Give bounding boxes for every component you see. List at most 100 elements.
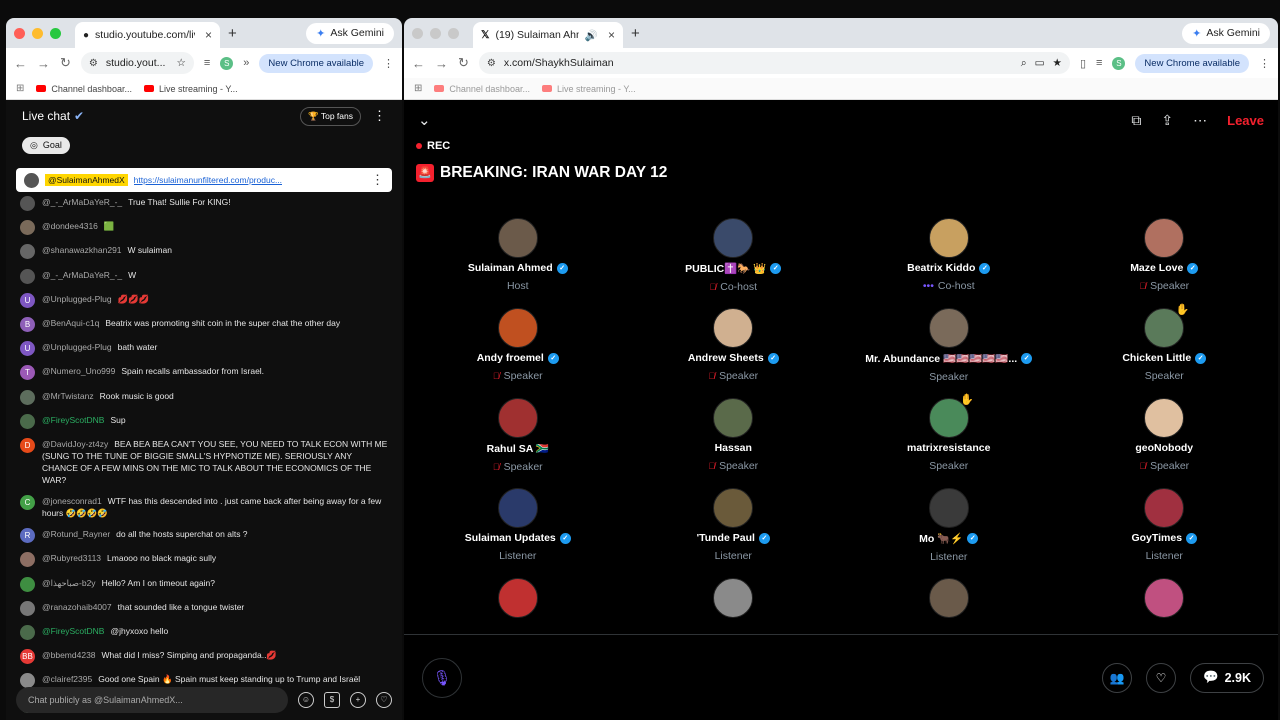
zoom-icon[interactable]: ⌕ <box>1021 57 1027 70</box>
participant[interactable]: Mo 🐂⚡ ✓ Listener <box>841 488 1057 565</box>
chat-message[interactable]: U @Unplugged-Plug 💋💋💋 <box>20 292 388 308</box>
message-author[interactable]: @FireyScotDNB <box>42 415 104 425</box>
avatar[interactable] <box>20 600 35 616</box>
comments-button[interactable]: 💬 2.9K <box>1190 662 1264 693</box>
pinned-options-icon[interactable]: ⋮ <box>371 172 384 188</box>
avatar[interactable]: U <box>20 341 35 357</box>
message-author[interactable]: @shanawazkhan291 <box>42 245 122 255</box>
message-author[interactable]: @صباحهذا-b2y <box>42 578 96 588</box>
avatar[interactable]: T <box>20 365 35 381</box>
back-arrow-icon[interactable]: ← <box>412 56 425 71</box>
avatar[interactable] <box>928 488 969 528</box>
share-icon[interactable]: ⇪ <box>1161 112 1173 129</box>
participant[interactable]: ✋ Chicken Little ✓ Speaker <box>1057 304 1273 385</box>
avatar[interactable]: U <box>20 292 35 308</box>
avatar[interactable] <box>20 268 35 284</box>
site-settings-icon[interactable]: ⚙ <box>487 58 496 69</box>
message-author[interactable]: @_-_ArMaDaYeR_-_ <box>42 270 122 280</box>
super-chat-icon[interactable]: $ <box>324 692 340 708</box>
pinned-message[interactable]: @SulaimanAhmedX https://sulaimanunfilter… <box>16 168 392 192</box>
avatar[interactable] <box>713 488 754 528</box>
message-author[interactable]: @clairef2395 <box>42 674 92 684</box>
new-chrome-button[interactable]: New Chrome available <box>259 53 373 73</box>
avatar[interactable] <box>713 398 754 438</box>
avatar[interactable] <box>20 244 35 260</box>
participant[interactable]: Rahul SA 🇿🇦 🎙̸ Speaker <box>410 398 626 475</box>
chat-message[interactable]: @ranazohaib4007 that sounded like a tongu… <box>20 600 388 616</box>
bookmark-star-icon[interactable]: ☆ <box>176 57 185 69</box>
close-window-button[interactable] <box>412 27 423 39</box>
close-window-button[interactable] <box>14 27 25 39</box>
chat-message[interactable]: @FireyScotDNB Sup <box>20 413 388 429</box>
new-tab-button[interactable]: + <box>228 25 237 42</box>
avatar[interactable] <box>928 308 969 348</box>
chat-message[interactable]: @shanawazkhan291 W sulaiman <box>20 244 388 260</box>
profile-avatar[interactable]: S <box>1112 56 1126 70</box>
avatar[interactable] <box>928 578 969 618</box>
bookmark-live-streaming[interactable]: Live streaming - Y... <box>143 84 238 94</box>
reactions-button[interactable]: ♡ <box>1146 662 1177 693</box>
chat-message[interactable]: BB @bbemd4238 What did I miss? Simping and… <box>20 649 388 665</box>
chat-message[interactable]: B @BenAqui-c1q Beatrix was promoting shit … <box>20 316 388 332</box>
address-bar[interactable]: ⚙ x.com/ShaykhSulaiman ⌕ ▭ ★ <box>478 52 1070 74</box>
participant[interactable]: Sulaiman Ahmed ✓ Host <box>410 218 626 295</box>
avatar[interactable] <box>20 220 35 236</box>
avatar[interactable] <box>713 218 754 258</box>
emoji-icon[interactable]: ☺ <box>298 692 314 708</box>
message-author[interactable]: @FireyScotDNB <box>42 626 104 636</box>
forward-arrow-icon[interactable]: → <box>37 56 50 71</box>
minimize-window-button[interactable] <box>430 27 441 39</box>
menu-kebab-icon[interactable]: ⋮ <box>1259 57 1270 70</box>
tab-live-chat[interactable]: ● studio.youtube.com/live_chat × <box>75 22 220 48</box>
participant[interactable]: Maze Love ✓ 🎙̸ Speaker <box>1057 218 1273 295</box>
ask-gemini-button[interactable]: ✦ Ask Gemini <box>1182 22 1270 44</box>
message-author[interactable]: @Rotund_Rayner <box>42 529 110 539</box>
zoom-window-button[interactable] <box>50 27 61 39</box>
participant[interactable]: ✋ matrixresistance Speaker <box>841 394 1057 475</box>
avatar[interactable] <box>497 488 538 528</box>
reload-icon[interactable]: ↻ <box>458 55 469 71</box>
avatar[interactable]: BB <box>20 649 35 665</box>
avatar[interactable] <box>20 552 35 568</box>
message-author[interactable]: @bbemd4238 <box>42 650 96 660</box>
message-author[interactable]: @MrTwistanz <box>42 391 94 401</box>
chat-message[interactable]: @_-_ArMaDaYeR_-_ W <box>20 268 388 284</box>
avatar[interactable] <box>497 578 538 618</box>
close-tab-icon[interactable]: × <box>205 28 212 42</box>
avatar[interactable] <box>1144 488 1185 528</box>
side-panel-icon[interactable]: ▯ <box>1080 57 1086 70</box>
message-author[interactable]: @jonesconrad1 <box>42 496 102 506</box>
avatar[interactable] <box>1144 218 1185 258</box>
participant[interactable]: PUBLIC✝️🐎 👑 ✓ 🎙̸ Co-host <box>626 218 842 295</box>
cast-icon[interactable]: ▭ <box>1035 57 1045 69</box>
chat-message[interactable]: @صباحهذا-b2y Hello? Am I on timeout again… <box>20 576 388 592</box>
tab-x-profile[interactable]: 𝕏 (19) Sulaiman Ahmed (@S 🔊 × <box>473 22 623 48</box>
new-chrome-button[interactable]: New Chrome available <box>1135 53 1249 73</box>
avatar[interactable]: D <box>20 437 35 453</box>
message-author[interactable]: @ranazohaib4007 <box>42 602 112 612</box>
bookmark-channel-dashboard[interactable]: Channel dashboar... <box>36 84 132 94</box>
mic-button[interactable]: 🎙 <box>422 657 462 698</box>
participant[interactable]: Andrew Sheets ✓ 🎙̸ Speaker <box>626 308 842 385</box>
chat-message[interactable]: @MrTwistanz Rook music is good <box>20 389 388 405</box>
apps-grid-icon[interactable]: ⊞ <box>414 83 422 94</box>
message-author[interactable]: @_-_ArMaDaYeR_-_ <box>42 197 122 207</box>
profile-avatar[interactable]: S <box>220 56 234 70</box>
chat-message[interactable]: @_-_ArMaDaYeR_-_ True That! Sullie For KI… <box>20 196 388 211</box>
avatar[interactable] <box>20 196 35 211</box>
reading-list-icon[interactable]: ≡ <box>204 57 210 69</box>
avatar[interactable] <box>20 413 35 429</box>
avatar[interactable] <box>497 308 538 348</box>
new-tab-button[interactable]: + <box>631 25 640 42</box>
avatar[interactable] <box>713 578 754 618</box>
menu-kebab-icon[interactable]: ⋮ <box>383 57 394 70</box>
top-fans-button[interactable]: 🏆 Top fans <box>300 106 361 126</box>
participant[interactable]: Andy froemel ✓ 🎙̸ Speaker <box>410 308 626 385</box>
avatar[interactable] <box>1144 578 1185 618</box>
avatar[interactable] <box>1144 398 1185 438</box>
chat-message[interactable]: D @DavidJoy-zt4zy BEA BEA BEA CAN'T YOU SE… <box>20 437 388 486</box>
avatar[interactable] <box>713 308 754 348</box>
goal-button[interactable]: ◎ Goal <box>22 136 70 154</box>
speaker-icon[interactable]: 🔊 <box>585 29 598 42</box>
apps-grid-icon[interactable]: ⊞ <box>16 83 24 94</box>
